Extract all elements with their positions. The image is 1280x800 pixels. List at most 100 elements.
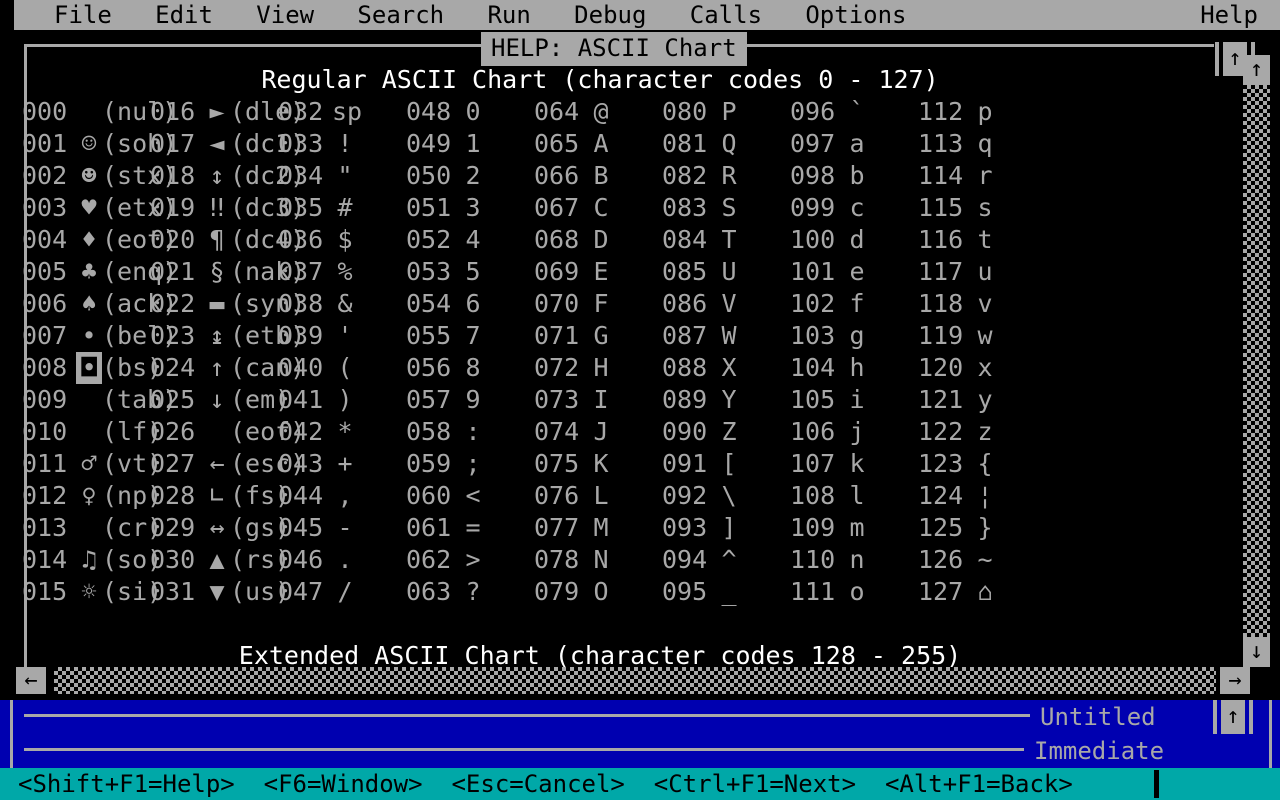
scroll-down-icon[interactable]: ↓ [1243, 637, 1270, 667]
chart-cell-glyph: < [465, 481, 481, 510]
pane-immediate[interactable]: Immediate [10, 734, 1272, 768]
chart-cell: 053 5 [406, 256, 534, 288]
chart-cell-glyph: - [337, 513, 353, 542]
chart-cell: 086 V [662, 288, 790, 320]
chart-cell-glyph: @ [593, 97, 609, 126]
chart-cell-glyph: ` [849, 97, 865, 126]
chart-cell: 057 9 [406, 384, 534, 416]
scroll-left-icon[interactable]: ← [16, 667, 46, 694]
scroll-right-icon[interactable]: → [1220, 667, 1250, 694]
pane-scroll-up-icon[interactable]: ↑ [1221, 700, 1245, 734]
chart-cell-glyph: 4 [465, 225, 481, 254]
chart-cell-code: 011 [22, 449, 68, 478]
chart-cell-code: 105 [790, 385, 836, 414]
menu-item-help[interactable]: Help [1200, 0, 1258, 30]
chart-cell-code: 084 [662, 225, 708, 254]
chart-cell-glyph: { [977, 449, 993, 478]
chart-cell: 041) [278, 384, 406, 416]
chart-cell-code: 082 [662, 161, 708, 190]
chart-row: 012 ♀ (np)028 ∟ (fs)044, 060 <076 L 092 \ 108 l 124 ¦ [22, 480, 1046, 512]
chart-cell-code: 115 [918, 193, 964, 222]
status-bar-shortcuts[interactable]: <Shift+F1=Help> <F6=Window> <Esc=Cancel>… [18, 768, 1073, 800]
chart-cell-glyph [76, 384, 102, 416]
chart-cell-code: 111 [790, 577, 836, 606]
chart-cell-glyph: ☺ [81, 129, 97, 158]
chart-cell: 018 ↕ (dc2) [150, 160, 305, 192]
chart-cell: 124 ¦ [918, 480, 1046, 512]
chart-cell: 080 P [662, 96, 790, 128]
vertical-scroll-track[interactable] [1243, 85, 1270, 637]
chart-cell: 110 n [790, 544, 918, 576]
chart-cell-code: 079 [534, 577, 580, 606]
chart-row: 010 (lf)026 (eof)042 * 058:074 J 090 Z 106 j 122… [22, 416, 1046, 448]
chart-cell-code: 037 [278, 257, 324, 286]
chart-cell-glyph: 0 [465, 97, 481, 126]
chart-cell-code: 035 [278, 193, 324, 222]
chart-cell-glyph: ♫ [81, 545, 97, 574]
chart-cell: 058: [406, 416, 534, 448]
chart-cell: 004 ♦ (eot) [22, 224, 177, 256]
help-horizontal-scrollbar[interactable]: ← → [10, 667, 1272, 694]
chart-cell-code: 120 [918, 353, 964, 382]
help-vertical-scrollbar[interactable]: ↑ ↓ [1243, 55, 1270, 667]
chart-cell-glyph: W [721, 321, 737, 350]
pane-immediate-title: Immediate [1034, 737, 1165, 765]
chart-cell-glyph: ↓ [209, 385, 225, 414]
chart-cell-code: 074 [534, 417, 580, 446]
chart-cell-glyph: ◘ [76, 352, 102, 384]
chart-cell: 073 I [534, 384, 662, 416]
scroll-up-icon[interactable]: ↑ [1243, 55, 1270, 85]
chart-cell-glyph: y [977, 385, 993, 414]
chart-cell: 035 # [278, 192, 406, 224]
chart-cell-glyph: } [977, 513, 993, 542]
chart-cell-code: 075 [534, 449, 580, 478]
chart-cell-code: 103 [790, 321, 836, 350]
pane-untitled-scroll[interactable]: ↑ [1213, 700, 1253, 734]
chart-cell: 088 X [662, 352, 790, 384]
chart-cell-code: 046 [278, 545, 324, 574]
chart-cell: 011 ♂ (vt) [22, 448, 162, 480]
chart-cell-code: 021 [150, 257, 196, 286]
horizontal-scroll-track[interactable] [54, 667, 1216, 694]
menu-items-left[interactable]: File Edit View Search Run Debug Calls Op… [54, 0, 907, 30]
chart-cell: 034 " [278, 160, 406, 192]
chart-cell-glyph: ► [209, 97, 225, 126]
chart-cell: 108 l [790, 480, 918, 512]
chart-row: 003 ♥ (etx)019 ‼ (dc3)035 #051 3 067 C 083 S 099 c 11… [22, 192, 1046, 224]
chart-row: 002 ☻ (stx)018 ↕ (dc2)034 " 050 2 066 B 082 R 098 b 11… [22, 160, 1046, 192]
chart-cell: 014 ♫ (so) [22, 544, 162, 576]
chart-cell-code: 052 [406, 225, 452, 254]
chart-cell-code: 059 [406, 449, 452, 478]
chart-cell: 006 ♠ (ack) [22, 288, 177, 320]
chart-cell-code: 005 [22, 257, 68, 286]
chart-cell-code: 008 [22, 353, 68, 382]
chart-cell-code: 092 [662, 481, 708, 510]
chart-cell-code: 073 [534, 385, 580, 414]
chart-cell-glyph: Q [721, 129, 737, 158]
chart-cell: 097 a [790, 128, 918, 160]
chart-cell-code: 070 [534, 289, 580, 318]
chart-cell-code: 041 [278, 385, 324, 414]
chart-cell-code: 036 [278, 225, 324, 254]
chart-cell-code: 001 [22, 129, 68, 158]
chart-cell: 093] [662, 512, 790, 544]
chart-cell-code: 009 [22, 385, 68, 414]
chart-cell: 060 < [406, 480, 534, 512]
chart-cell: 039 ' [278, 320, 406, 352]
chart-cell-code: 031 [150, 577, 196, 606]
chart-cell: 095 _ [662, 576, 790, 608]
chart-cell: 120 x [918, 352, 1046, 384]
chart-cell: 087 W [662, 320, 790, 352]
pane-untitled[interactable]: Untitled ↑ [10, 700, 1272, 734]
chart-cell-glyph: ← [209, 449, 225, 478]
chart-cell-glyph: ♥ [81, 193, 97, 222]
chart-cell-glyph: D [593, 225, 609, 254]
chart-cell: 091 [ [662, 448, 790, 480]
chart-cell: 089 Y [662, 384, 790, 416]
chart-cell-glyph: i [849, 385, 865, 414]
chart-cell-code: 015 [22, 577, 68, 606]
chart-cell: 000 (nul) [22, 96, 177, 128]
chart-cell: 081 Q [662, 128, 790, 160]
chart-cell: 121 y [918, 384, 1046, 416]
chart-cell: 100 d [790, 224, 918, 256]
